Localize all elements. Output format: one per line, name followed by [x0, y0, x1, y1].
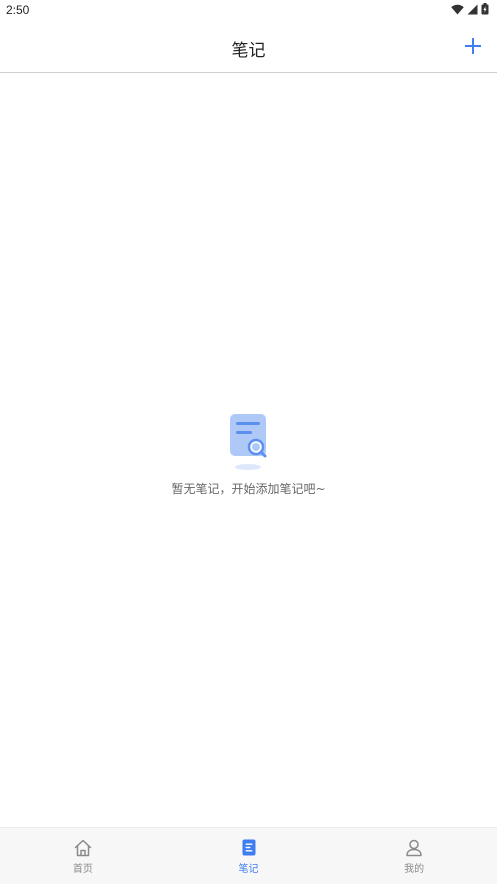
bottom-nav: 首页 笔记 我的	[0, 827, 497, 884]
nav-label-home: 首页	[72, 863, 93, 875]
app-header: 笔记	[0, 22, 497, 73]
user-icon	[404, 838, 424, 858]
add-note-button[interactable]	[461, 34, 485, 58]
note-icon	[239, 838, 259, 858]
nav-item-home[interactable]: 首页	[0, 828, 166, 884]
nav-item-profile[interactable]: 我的	[331, 828, 497, 884]
app-screen: 2:50 笔记 暂无笔记，开始添加笔记吧~ 首页 笔记 我的	[0, 0, 497, 884]
empty-message: 暂无笔记，开始添加笔记吧~	[171, 482, 326, 496]
nav-label-notes: 笔记	[238, 863, 259, 875]
battery-icon	[481, 3, 489, 15]
plus-icon	[465, 38, 481, 54]
empty-state: 暂无笔记，开始添加笔记吧~	[0, 412, 497, 497]
status-time: 2:50	[6, 3, 30, 17]
nav-item-notes[interactable]: 笔记	[166, 828, 332, 884]
page-title: 笔记	[231, 41, 266, 61]
status-bar: 2:50	[0, 0, 497, 22]
nav-label-profile: 我的	[404, 863, 425, 875]
home-icon	[73, 838, 93, 858]
signal-icon	[467, 4, 478, 15]
status-icons	[451, 3, 489, 15]
wifi-icon	[451, 4, 464, 15]
document-search-icon	[229, 414, 266, 470]
